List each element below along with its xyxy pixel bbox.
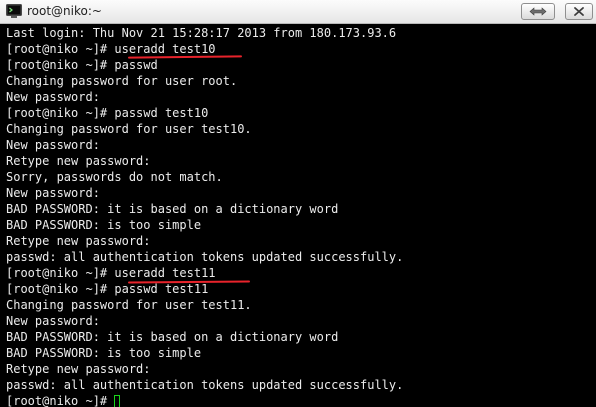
- terminal-prompt: [root@niko ~]#: [6, 394, 115, 407]
- terminal-line: [root@niko ~]# passwd test11: [6, 282, 209, 296]
- close-button[interactable]: [565, 3, 593, 20]
- window-title: root@niko:~: [27, 4, 102, 18]
- terminal-line: Retype new password:: [6, 234, 151, 248]
- terminal-output-area[interactable]: Last login: Thu Nov 21 15:28:17 2013 fro…: [0, 24, 596, 407]
- terminal-line: BAD PASSWORD: is too simple: [6, 218, 202, 232]
- terminal-line: BAD PASSWORD: it is based on a dictionar…: [6, 202, 339, 216]
- terminal-line: Changing password for user test11.: [6, 298, 252, 312]
- terminal-line: Changing password for user test10.: [6, 122, 252, 136]
- restore-arrows-icon: [529, 7, 547, 16]
- terminal-line: BAD PASSWORD: it is based on a dictionar…: [6, 330, 339, 344]
- terminal-line: [root@niko ~]# passwd test10: [6, 106, 209, 120]
- terminal-line: Last login: Thu Nov 21 15:28:17 2013 fro…: [6, 26, 397, 40]
- terminal-line: New password:: [6, 314, 100, 328]
- close-icon: [574, 7, 584, 16]
- terminal-lines: Last login: Thu Nov 21 15:28:17 2013 fro…: [6, 25, 403, 407]
- terminal-line: Retype new password:: [6, 154, 151, 168]
- terminal-window: root@niko:~ Last login: Thu Nov 21 15:28…: [0, 0, 596, 407]
- terminal-line: [root@niko ~]# passwd: [6, 58, 158, 72]
- terminal-line: Retype new password:: [6, 362, 151, 376]
- terminal-line: [root@niko ~]# useradd test11: [6, 266, 216, 280]
- terminal-line: New password:: [6, 186, 100, 200]
- title-bar[interactable]: root@niko:~: [0, 0, 596, 24]
- terminal-line: New password:: [6, 90, 100, 104]
- text-cursor: [114, 395, 121, 407]
- terminal-line: passwd: all authentication tokens update…: [6, 378, 404, 392]
- terminal-line: [root@niko ~]# useradd test10: [6, 42, 216, 56]
- terminal-line: Sorry, passwords do not match.: [6, 170, 223, 184]
- terminal-line: New password:: [6, 138, 100, 152]
- restore-button[interactable]: [521, 3, 555, 20]
- terminal-line: Changing password for user root.: [6, 74, 238, 88]
- terminal-line: passwd: all authentication tokens update…: [6, 250, 404, 264]
- terminal-app-icon: [6, 4, 22, 18]
- terminal-prompt-line[interactable]: [root@niko ~]#: [6, 393, 403, 407]
- terminal-line: BAD PASSWORD: is too simple: [6, 346, 202, 360]
